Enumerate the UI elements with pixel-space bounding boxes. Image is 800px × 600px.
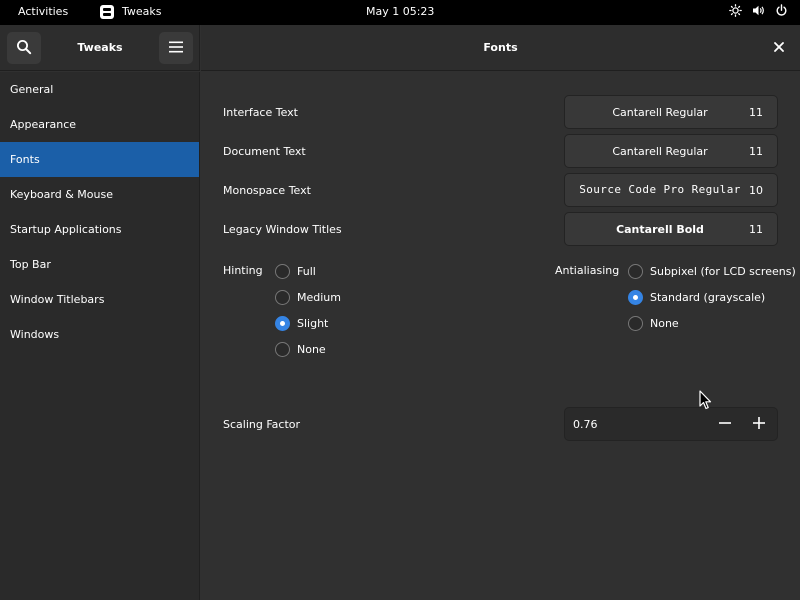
document-text-label: Document Text <box>223 145 306 158</box>
radio-label: Full <box>297 265 316 278</box>
font-size: 11 <box>749 106 763 119</box>
radio-indicator <box>275 342 290 357</box>
main-menu-button[interactable] <box>159 32 193 64</box>
tweaks-window: Tweaks Fonts General Appearance Fonts Ke… <box>0 25 800 600</box>
radio-indicator <box>628 264 643 279</box>
clock[interactable]: May 1 05:23 <box>366 5 434 18</box>
sidebar-item-top-bar[interactable]: Top Bar <box>0 247 199 282</box>
close-icon <box>774 41 784 55</box>
hinting-none-radio[interactable]: None <box>275 342 326 357</box>
minus-icon <box>718 416 732 433</box>
close-button[interactable] <box>770 39 788 57</box>
monospace-text-label: Monospace Text <box>223 184 311 197</box>
radio-indicator <box>628 316 643 331</box>
sidebar-item-appearance[interactable]: Appearance <box>0 107 199 142</box>
antialiasing-subpixel-radio[interactable]: Subpixel (for LCD screens) <box>628 264 796 279</box>
mouse-pointer-icon <box>699 390 712 413</box>
radio-indicator <box>275 316 290 331</box>
search-button[interactable] <box>7 32 41 64</box>
monospace-font-button[interactable]: Source Code Pro Regular 10 <box>564 173 778 207</box>
sidebar-title: Tweaks <box>77 41 123 54</box>
increase-button[interactable] <box>743 409 775 439</box>
hinting-medium-radio[interactable]: Medium <box>275 290 341 305</box>
font-name: Cantarell Regular <box>612 106 708 119</box>
fonts-panel: Interface Text Cantarell Regular 11 Docu… <box>201 72 800 600</box>
sidebar-item-fonts[interactable]: Fonts <box>0 142 199 177</box>
document-font-button[interactable]: Cantarell Regular 11 <box>564 134 778 168</box>
content-header: Fonts <box>201 25 800 71</box>
radio-label: Medium <box>297 291 341 304</box>
font-size: 11 <box>749 223 763 236</box>
interface-font-button[interactable]: Cantarell Regular 11 <box>564 95 778 129</box>
sidebar-item-window-titlebars[interactable]: Window Titlebars <box>0 282 199 317</box>
radio-label: Standard (grayscale) <box>650 291 766 304</box>
search-icon <box>16 39 32 58</box>
radio-label: None <box>650 317 679 330</box>
system-status-area[interactable] <box>729 4 788 17</box>
sidebar-item-keyboard-mouse[interactable]: Keyboard & Mouse <box>0 177 199 212</box>
legacy-titles-font-button[interactable]: Cantarell Bold 11 <box>564 212 778 246</box>
scaling-factor-spinbutton[interactable]: 0.76 <box>564 407 778 441</box>
plus-icon <box>752 416 766 433</box>
sidebar: General Appearance Fonts Keyboard & Mous… <box>0 72 200 600</box>
brightness-icon <box>729 4 742 17</box>
activities-button[interactable]: Activities <box>18 5 68 18</box>
antialiasing-standard-radio[interactable]: Standard (grayscale) <box>628 290 765 305</box>
legacy-window-titles-label: Legacy Window Titles <box>223 223 342 236</box>
radio-label: None <box>297 343 326 356</box>
tweaks-app-icon <box>100 5 114 19</box>
hinting-slight-radio[interactable]: Slight <box>275 316 328 331</box>
scaling-factor-label: Scaling Factor <box>223 418 301 431</box>
font-name: Source Code Pro Regular <box>579 183 741 196</box>
font-size: 11 <box>749 145 763 158</box>
app-menu[interactable]: Tweaks <box>100 4 162 20</box>
radio-label: Subpixel (for LCD screens) <box>650 265 796 278</box>
hamburger-menu-icon <box>169 41 183 56</box>
volume-icon <box>752 4 765 17</box>
app-menu-label: Tweaks <box>122 5 162 18</box>
decrease-button[interactable] <box>709 409 741 439</box>
sidebar-item-windows[interactable]: Windows <box>0 317 199 352</box>
antialiasing-none-radio[interactable]: None <box>628 316 679 331</box>
top-bar: Activities Tweaks May 1 05:23 <box>0 0 800 25</box>
hinting-full-radio[interactable]: Full <box>275 264 316 279</box>
font-name: Cantarell Regular <box>612 145 708 158</box>
antialiasing-label: Antialiasing <box>555 264 620 277</box>
sidebar-item-general[interactable]: General <box>0 72 199 107</box>
sidebar-item-startup-applications[interactable]: Startup Applications <box>0 212 199 247</box>
page-title: Fonts <box>483 41 518 54</box>
radio-label: Slight <box>297 317 329 330</box>
interface-text-label: Interface Text <box>223 106 298 119</box>
hinting-label: Hinting <box>223 264 263 277</box>
font-size: 10 <box>749 184 763 197</box>
radio-indicator <box>628 290 643 305</box>
sidebar-header: Tweaks <box>0 25 200 71</box>
font-name: Cantarell Bold <box>616 223 704 236</box>
radio-indicator <box>275 290 290 305</box>
power-icon <box>775 4 788 17</box>
radio-indicator <box>275 264 290 279</box>
scaling-factor-value[interactable]: 0.76 <box>573 418 598 431</box>
